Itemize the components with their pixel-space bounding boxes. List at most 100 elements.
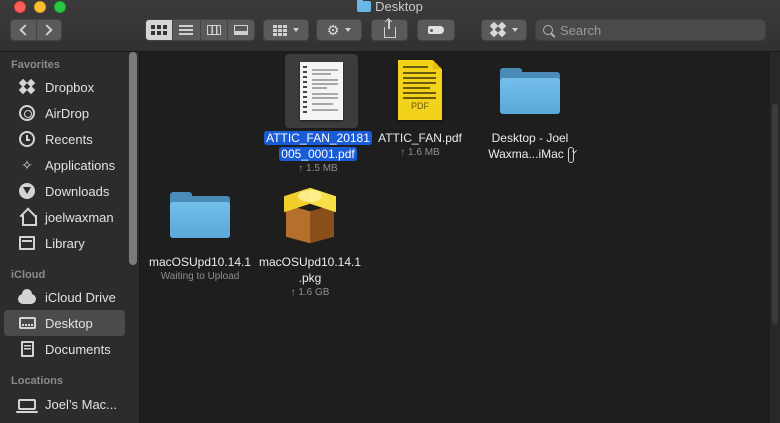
pdf-thumbnail [300,62,343,120]
chevron-down-icon [512,28,518,32]
file-thumbnail [255,178,365,252]
sidebar-item-label: AirDrop [45,105,90,121]
folder-item[interactable]: Desktop - Joel Waxma...iMac [475,54,585,163]
gallery-icon [233,25,248,35]
sidebar-item-label: Downloads [45,183,110,199]
file-thumbnail [263,54,373,128]
dropbox-menu-button[interactable] [481,19,527,41]
folder-item[interactable]: macOSUpd10.14.1 Waiting to Upload [145,178,255,284]
group-grid-icon [273,24,287,36]
share-button[interactable] [371,19,408,41]
file-name-line: Waxma...iMac [488,147,564,161]
gear-icon: ⚙ [326,22,340,38]
column-view-button[interactable] [199,20,227,40]
file-name-line: 005_0001.pdf [279,147,357,161]
sidebar: Favorites Dropbox AirDrop Recents ✧ Appl… [0,52,140,423]
file-item[interactable]: ATTIC_FAN_20181 005_0001.pdf ↑ 1.5 MB [263,54,373,176]
sidebar-item-airdrop[interactable]: AirDrop [4,100,125,126]
folder-icon [500,68,560,114]
cloud-icon [18,289,36,305]
share-icon [383,19,396,38]
sidebar-scrollbar[interactable] [129,52,137,265]
sidebar-item-label: iCloud Drive [45,289,116,305]
view-mode-group [145,19,255,41]
search-icon [543,25,553,35]
chevron-down-icon [293,28,299,32]
sidebar-item-downloads[interactable]: Downloads [4,178,125,204]
applications-icon: ✧ [21,156,33,173]
action-menu-button[interactable]: ⚙ [316,19,362,41]
file-name-line: .pkg [298,271,322,285]
sidebar-item-applications[interactable]: ✧ Applications [4,152,125,178]
pdf-label: PDF [411,101,429,111]
file-browser: ATTIC_FAN_20181 005_0001.pdf ↑ 1.5 MB PD… [141,52,780,423]
finder-toolbar: Desktop ⚙ [0,0,780,52]
sidebar-item-icloud-drive[interactable]: iCloud Drive [4,284,125,310]
window-title-text: Desktop [375,0,423,14]
file-thumbnail [145,178,255,252]
clock-icon [18,131,36,147]
upload-status: ↑ 1.6 MB [400,147,440,158]
downloads-icon [18,183,36,199]
sidebar-item-label: joelwaxman [45,209,114,225]
sidebar-item-label: Desktop [45,315,93,331]
file-name: macOSUpd10.14.1 .pkg [255,254,365,286]
sidebar-item-label: Library [45,235,85,251]
sidebar-item-documents[interactable]: Documents [4,336,125,362]
dropbox-icon [489,21,507,38]
file-name-line: ATTIC_FAN_20181 [264,131,372,145]
sidebar-item-dropbox[interactable]: Dropbox [4,74,125,100]
file-name: macOSUpd10.14.1 [145,254,255,270]
computer-icon [16,396,38,413]
airdrop-icon [18,105,36,121]
icon-view-button[interactable] [146,20,173,40]
chevron-left-icon [19,24,31,36]
pdf-thumbnail: PDF [398,60,442,120]
sidebar-item-label: Joel’s Mac... [45,396,118,412]
sidebar-item-label: Documents [45,341,111,357]
sidebar-item-home[interactable]: joelwaxman [4,204,125,230]
file-item[interactable]: PDF ATTIC_FAN.pdf ↑ 1.6 MB [365,54,475,160]
search-field[interactable] [535,19,766,41]
back-button[interactable] [11,20,36,40]
chevron-right-icon [41,24,53,36]
file-name-line: ATTIC_FAN.pdf [378,131,462,145]
file-thumbnail [475,54,585,128]
tag-icon [428,26,444,34]
folder-icon [170,192,230,238]
forward-button[interactable] [35,20,62,40]
sidebar-item-library[interactable]: Library [4,230,125,256]
file-item[interactable]: macOSUpd10.14.1 .pkg ↑ 1.6 GB [255,178,365,300]
sidebar-section-favorites: Favorites [11,59,60,71]
search-input[interactable] [560,22,760,38]
upload-status: ↑ 1.5 MB [298,163,338,174]
package-icon [282,187,338,244]
desktop-icon [18,315,36,331]
folder-icon [357,0,372,12]
tags-button[interactable] [417,19,455,41]
sidebar-item-joels-mac[interactable]: Joel’s Mac... [4,391,125,417]
list-view-button[interactable] [172,20,199,40]
sidebar-section-locations: Locations [11,375,63,387]
file-name: ATTIC_FAN.pdf [365,130,475,146]
file-name: ATTIC_FAN_20181 005_0001.pdf [263,130,373,162]
columns-icon [206,25,221,35]
file-name: Desktop - Joel Waxma...iMac [475,130,585,163]
sidebar-item-desktop[interactable]: Desktop [4,310,125,336]
sidebar-section-icloud: iCloud [11,269,46,281]
gallery-view-button[interactable] [226,20,254,40]
list-icon [179,25,194,35]
dropbox-icon [18,78,36,95]
sidebar-item-recents[interactable]: Recents [4,126,125,152]
document-icon [18,341,36,357]
content-scrollbar[interactable] [770,52,780,423]
upload-status: Waiting to Upload [160,271,240,282]
file-thumbnail: PDF [365,54,475,128]
file-name-line: macOSUpd10.14.1 [148,255,252,269]
library-icon [18,235,36,251]
group-by-button[interactable] [263,19,309,41]
upload-status: ↑ 1.6 GB [290,287,330,298]
sidebar-item-label: Recents [45,131,93,147]
chevron-down-icon [345,28,352,32]
window-title: Desktop [0,0,780,15]
